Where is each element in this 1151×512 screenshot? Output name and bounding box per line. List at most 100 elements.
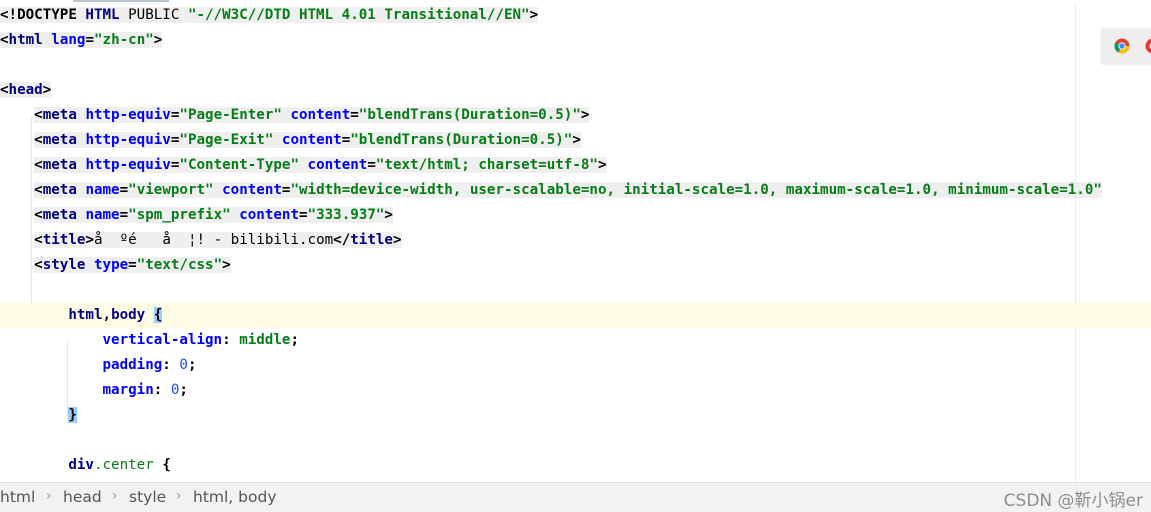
code-line[interactable]: <meta name="viewport" content="width=dev… — [0, 178, 1151, 203]
code-token: title — [350, 232, 393, 248]
code-token: = — [119, 182, 129, 198]
code-line[interactable] — [0, 278, 1151, 303]
code-line[interactable]: <meta name="spm_prefix" content="333.937… — [0, 203, 1151, 228]
code-token: > — [222, 257, 231, 273]
code-line[interactable]: } — [0, 403, 1151, 428]
breadcrumb-separator: › — [46, 488, 52, 504]
code-token: > — [384, 207, 393, 223]
code-token: body — [111, 307, 146, 323]
code-token: < — [34, 257, 43, 273]
code-token: "Content-Type" — [179, 157, 299, 173]
code-token: < — [0, 82, 9, 98]
code-token: "viewport" — [128, 182, 214, 198]
code-token: vertical-align — [102, 332, 223, 348]
watermark: CSDN @靳小锅er — [1003, 491, 1143, 511]
code-line[interactable]: <meta http-equiv="Page-Enter" content="b… — [0, 103, 1151, 128]
code-token: > — [580, 107, 590, 123]
code-token: html — [8, 32, 43, 48]
code-line[interactable]: <title>å ºé å ¦! - bilibili.com</title> — [0, 228, 1151, 253]
code-token: å ºé å ¦! - bilibili.com — [93, 232, 334, 248]
code-line[interactable]: vertical-align: middle; — [0, 328, 1151, 353]
code-line[interactable]: <meta http-equiv="Content-Type" content=… — [0, 153, 1151, 178]
code-token: title — [42, 232, 86, 248]
code-token: { — [162, 457, 171, 473]
code-token: , — [102, 307, 112, 323]
breadcrumb-separator: › — [112, 488, 118, 504]
code-token: "-//W3C//DTD HTML 4.01 Transitional//EN" — [187, 7, 530, 23]
code-token: "zh-cn" — [93, 32, 154, 48]
code-token: http-equiv — [85, 107, 171, 123]
code-line[interactable]: padding: 0; — [0, 353, 1151, 378]
code-token: head — [8, 82, 43, 98]
code-token: <!DOCTYPE — [0, 7, 86, 23]
code-token: html — [68, 307, 103, 323]
code-token: "blendTrans(Duration=0.5)" — [358, 107, 581, 123]
code-token: > — [392, 232, 402, 248]
code-token: padding — [102, 357, 163, 373]
browser-preview-popup — [1101, 28, 1151, 64]
code-token: "text/html; charset=utf-8" — [375, 157, 598, 173]
code-token: = — [85, 32, 94, 48]
code-token: content — [307, 157, 368, 173]
code-token: < — [34, 107, 43, 123]
code-token: = — [119, 207, 129, 223]
code-token: : — [222, 332, 240, 348]
code-token: middle — [239, 332, 291, 348]
code-line[interactable]: margin: 0; — [0, 378, 1151, 403]
code-token — [273, 132, 282, 148]
code-token: "333.937" — [307, 207, 385, 223]
breadcrumb-item-html-body[interactable]: html, body — [193, 488, 277, 506]
code-token: = — [341, 132, 351, 148]
code-token: "Page-Exit" — [179, 132, 274, 148]
code-token — [85, 257, 94, 273]
code-line[interactable]: html,body { — [0, 303, 1151, 328]
code-token: = — [128, 257, 137, 273]
code-token: > — [85, 232, 94, 248]
red-browser-icon[interactable] — [1145, 38, 1151, 54]
chrome-icon[interactable] — [1114, 38, 1130, 54]
code-token: content — [281, 132, 342, 148]
code-token: = — [350, 107, 359, 123]
code-line[interactable]: <html lang="zh-cn"> — [0, 28, 1151, 53]
breadcrumb-item-style[interactable]: style — [129, 488, 166, 506]
breadcrumb-separator: › — [176, 488, 182, 504]
code-token: HTML — [85, 7, 120, 23]
code-token: > — [597, 157, 607, 173]
breadcrumb-bar: html › head › style › html, body CSDN @靳… — [0, 482, 1151, 512]
code-token: : — [153, 382, 171, 398]
code-token: content — [222, 182, 282, 198]
code-token: div — [68, 457, 94, 473]
code-token: < — [34, 232, 43, 248]
code-token: meta — [42, 207, 77, 223]
breadcrumb-item-html[interactable]: html — [0, 488, 35, 506]
code-line[interactable] — [0, 428, 1151, 453]
code-line[interactable] — [0, 53, 1151, 78]
code-line[interactable]: <style type="text/css"> — [0, 253, 1151, 278]
code-line[interactable]: <meta http-equiv="Page-Exit" content="bl… — [0, 128, 1151, 153]
code-line[interactable]: div.center { — [0, 453, 1151, 478]
matched-brace: { — [153, 307, 163, 323]
code-token: ; — [179, 382, 188, 398]
code-token — [299, 157, 308, 173]
code-token: name — [85, 207, 120, 223]
code-token: > — [42, 82, 52, 98]
code-line[interactable]: <!DOCTYPE HTML PUBLIC "-//W3C//DTD HTML … — [0, 3, 1151, 28]
code-token: < — [0, 32, 9, 48]
matched-brace: } — [68, 407, 77, 423]
active-tab-indicator[interactable] — [73, 0, 169, 2]
code-editor[interactable]: <!DOCTYPE HTML PUBLIC "-//W3C//DTD HTML … — [0, 3, 1151, 482]
code-token: < — [34, 157, 43, 173]
code-line[interactable]: <head> — [0, 78, 1151, 103]
breadcrumb-item-head[interactable]: head — [63, 488, 102, 506]
code-token: > — [529, 7, 539, 23]
code-token: meta — [42, 182, 77, 198]
